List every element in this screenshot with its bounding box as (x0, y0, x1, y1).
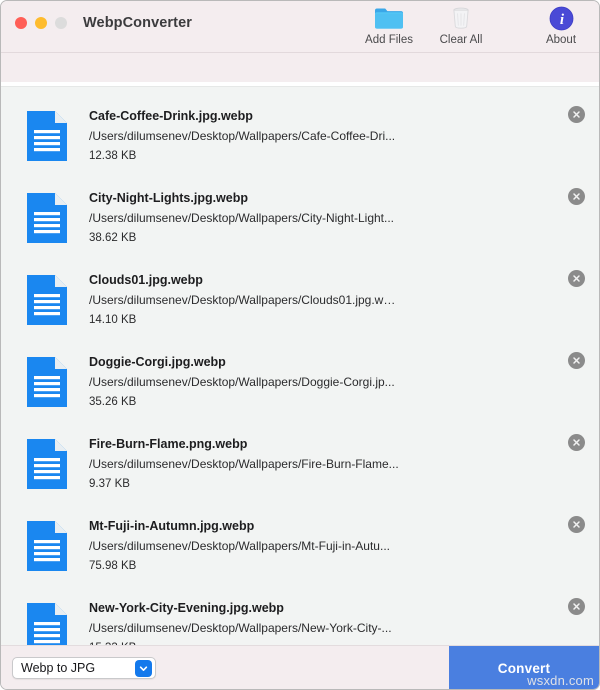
file-name: City-Night-Lights.jpg.webp (89, 191, 249, 205)
page-title: WebpConverter (83, 14, 192, 31)
file-path: /Users/dilumsenev/Desktop/Wallpapers/Caf… (89, 129, 396, 143)
add-files-button[interactable]: Add Files (353, 5, 425, 46)
file-info: Fire-Burn-Flame.png.webp /Users/dilumsen… (89, 436, 599, 492)
trash-icon (448, 5, 474, 31)
app-window: WebpConverter Add Files Clear All i Abou… (0, 0, 600, 690)
remove-file-button[interactable] (568, 352, 585, 369)
clear-all-button[interactable]: Clear All (425, 5, 497, 46)
close-icon (572, 110, 581, 119)
file-size: 14.10 KB (89, 314, 137, 326)
remove-file-button[interactable] (568, 106, 585, 123)
file-size: 75.98 KB (89, 560, 137, 572)
close-icon (572, 274, 581, 283)
chevron-down-icon[interactable] (135, 659, 152, 677)
close-icon (572, 602, 581, 611)
file-row[interactable]: City-Night-Lights.jpg.webp /Users/dilums… (1, 177, 599, 259)
convert-button-label: Convert (497, 660, 551, 676)
clear-all-label: Clear All (439, 34, 483, 46)
info-icon: i (549, 5, 574, 31)
file-size: 12.38 KB (89, 150, 137, 162)
file-row[interactable]: Doggie-Corgi.jpg.webp /Users/dilumsenev/… (1, 341, 599, 423)
file-row[interactable]: Mt-Fuji-in-Autumn.jpg.webp /Users/dilums… (1, 505, 599, 587)
file-info: New-York-City-Evening.jpg.webp /Users/di… (89, 600, 599, 645)
bottom-bar: Webp to JPG Convert wsxdn.com (1, 645, 599, 689)
folder-icon (374, 5, 404, 31)
document-icon (27, 193, 67, 243)
file-info: Mt-Fuji-in-Autumn.jpg.webp /Users/dilums… (89, 518, 599, 574)
file-path: /Users/dilumsenev/Desktop/Wallpapers/Clo… (89, 293, 399, 307)
file-path: /Users/dilumsenev/Desktop/Wallpapers/Cit… (89, 211, 394, 225)
document-icon (27, 603, 67, 645)
convert-button[interactable]: Convert (449, 646, 599, 689)
remove-file-button[interactable] (568, 434, 585, 451)
file-name: New-York-City-Evening.jpg.webp (89, 601, 284, 615)
titlebar: WebpConverter Add Files Clear All i Abou… (1, 1, 599, 52)
remove-file-button[interactable] (568, 598, 585, 615)
file-size: 9.37 KB (89, 478, 130, 490)
about-label: About (545, 34, 577, 46)
document-icon (27, 357, 67, 407)
traffic-lights (15, 16, 67, 29)
toolbar-subbar (1, 52, 599, 82)
file-row[interactable]: Cafe-Coffee-Drink.jpg.webp /Users/dilums… (1, 95, 599, 177)
close-icon (572, 438, 581, 447)
file-list[interactable]: Cafe-Coffee-Drink.jpg.webp /Users/dilums… (1, 87, 599, 645)
file-row[interactable]: Clouds01.jpg.webp /Users/dilumsenev/Desk… (1, 259, 599, 341)
document-icon (27, 275, 67, 325)
conversion-mode-value: Webp to JPG (21, 660, 96, 675)
file-size: 35.26 KB (89, 396, 137, 408)
conversion-mode-select[interactable]: Webp to JPG (12, 656, 156, 679)
file-path: /Users/dilumsenev/Desktop/Wallpapers/Mt-… (89, 539, 390, 553)
file-row[interactable]: Fire-Burn-Flame.png.webp /Users/dilumsen… (1, 423, 599, 505)
close-window-button[interactable] (15, 16, 27, 29)
file-name: Fire-Burn-Flame.png.webp (89, 437, 248, 451)
remove-file-button[interactable] (568, 516, 585, 533)
remove-file-button[interactable] (568, 270, 585, 287)
file-info: City-Night-Lights.jpg.webp /Users/dilums… (89, 190, 599, 246)
add-files-label: Add Files (365, 34, 413, 46)
file-name: Doggie-Corgi.jpg.webp (89, 355, 226, 369)
close-icon (572, 520, 581, 529)
document-icon (27, 521, 67, 571)
file-name: Mt-Fuji-in-Autumn.jpg.webp (89, 519, 255, 533)
zoom-window-button[interactable] (55, 16, 67, 29)
toolbar: Add Files Clear All i About (353, 5, 597, 46)
file-info: Clouds01.jpg.webp /Users/dilumsenev/Desk… (89, 272, 599, 328)
file-info: Cafe-Coffee-Drink.jpg.webp /Users/dilums… (89, 108, 599, 164)
minimize-window-button[interactable] (35, 16, 47, 29)
file-path: /Users/dilumsenev/Desktop/Wallpapers/New… (89, 621, 392, 635)
about-button[interactable]: i About (525, 5, 597, 46)
file-row[interactable]: New-York-City-Evening.jpg.webp /Users/di… (1, 587, 599, 645)
file-name: Clouds01.jpg.webp (89, 273, 203, 287)
file-info: Doggie-Corgi.jpg.webp /Users/dilumsenev/… (89, 354, 599, 410)
close-icon (572, 192, 581, 201)
remove-file-button[interactable] (568, 188, 585, 205)
file-path: /Users/dilumsenev/Desktop/Wallpapers/Dog… (89, 375, 395, 389)
close-icon (572, 356, 581, 365)
file-size: 38.62 KB (89, 232, 137, 244)
document-icon (27, 439, 67, 489)
file-path: /Users/dilumsenev/Desktop/Wallpapers/Fir… (89, 457, 399, 471)
document-icon (27, 111, 67, 161)
file-name: Cafe-Coffee-Drink.jpg.webp (89, 109, 253, 123)
